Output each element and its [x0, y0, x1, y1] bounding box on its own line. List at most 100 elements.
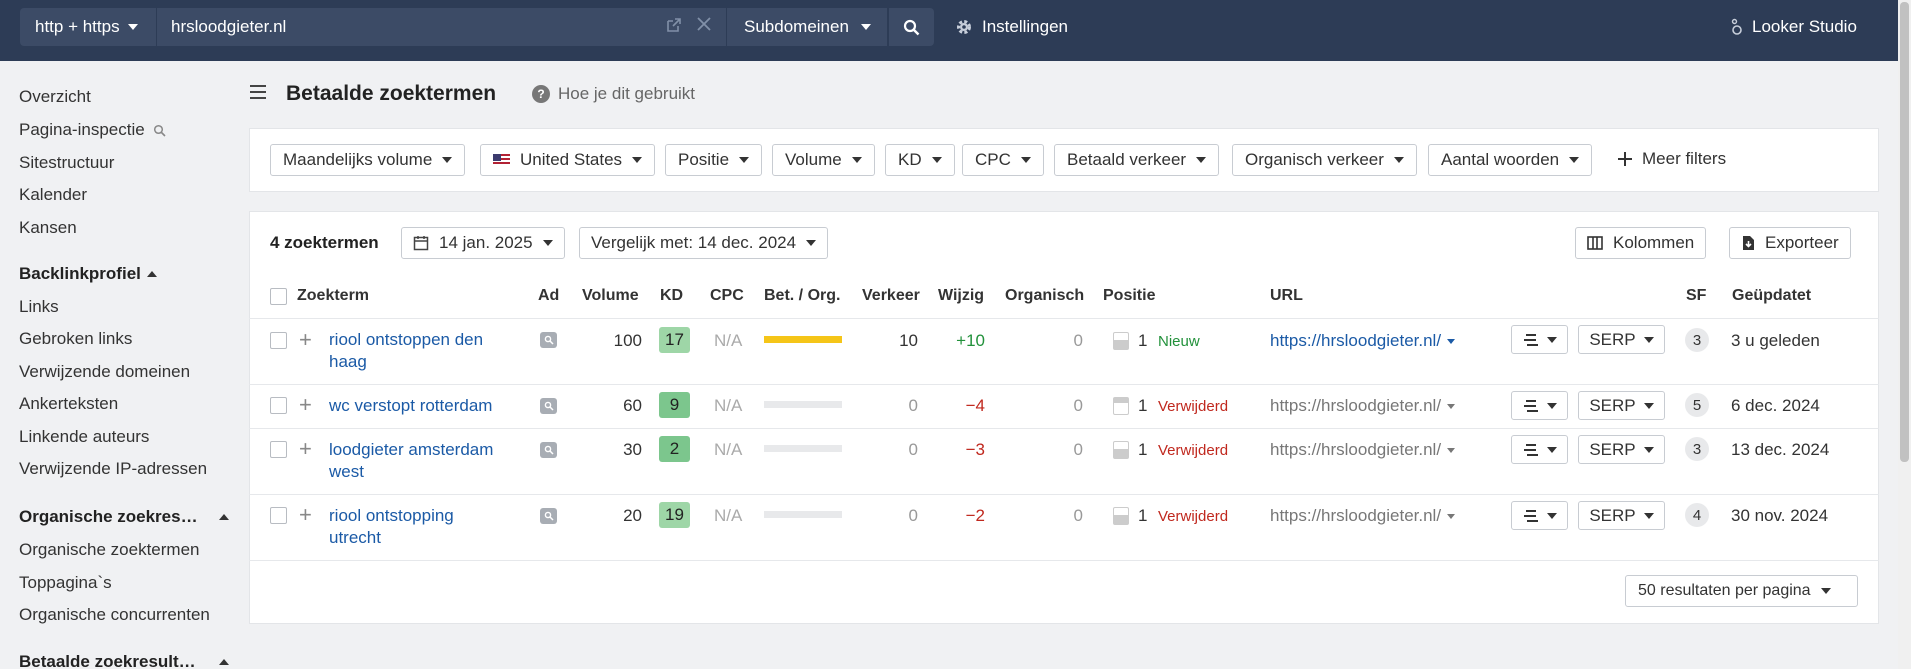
filter-position[interactable]: Positie: [665, 144, 763, 176]
serp-features-button[interactable]: [1511, 435, 1568, 464]
serp-label: SERP: [1589, 439, 1636, 459]
sidebar-item-verwijzende-ip[interactable]: Verwijzende IP-adressen: [19, 459, 207, 479]
clear-icon[interactable]: [696, 15, 712, 38]
row-checkbox[interactable]: [270, 397, 287, 414]
sidebar-item-overzicht[interactable]: Overzicht: [19, 87, 91, 107]
sidebar-section-betaald[interactable]: Betaalde zoekresult…: [19, 652, 229, 669]
col-change[interactable]: Wijzig: [938, 287, 984, 305]
chevron-down-icon: [1643, 336, 1654, 343]
gear-icon: [957, 20, 971, 34]
filter-organic-traffic[interactable]: Organisch verkeer: [1232, 144, 1417, 176]
filter-country[interactable]: United States: [480, 144, 656, 176]
settings-button[interactable]: Instellingen: [955, 8, 1068, 46]
sidebar-item-organische-concurrenten[interactable]: Organische concurrenten: [19, 605, 210, 625]
row-checkbox[interactable]: [270, 332, 287, 349]
url-link[interactable]: https://hrsloodgieter.nl/: [1270, 506, 1456, 526]
ad-preview-icon[interactable]: [540, 398, 557, 414]
filter-word-count[interactable]: Aantal woorden: [1428, 144, 1593, 176]
position-status: Verwijderd: [1158, 508, 1229, 525]
ad-preview-icon[interactable]: [540, 332, 557, 348]
plus-icon[interactable]: +: [299, 504, 312, 526]
col-traffic[interactable]: Verkeer: [862, 287, 920, 305]
sidebar-item-verwijzende-domeinen[interactable]: Verwijzende domeinen: [19, 362, 190, 382]
sidebar-item-sitestructuur[interactable]: Sitestructuur: [19, 153, 114, 173]
col-kd[interactable]: KD: [660, 287, 683, 305]
compare-picker[interactable]: Vergelijk met: 14 dec. 2024: [579, 227, 829, 259]
plus-icon: [1618, 152, 1632, 166]
chevron-down-icon: [739, 157, 750, 163]
serp-features-button[interactable]: [1511, 501, 1568, 530]
url-link[interactable]: https://hrsloodgieter.nl/: [1270, 440, 1456, 460]
chevron-down-icon: [1643, 512, 1654, 519]
menu-icon[interactable]: [249, 84, 267, 105]
filter-label: Betaald verkeer: [1067, 150, 1187, 169]
col-url[interactable]: URL: [1270, 287, 1303, 305]
serp-position-icon: [1113, 507, 1129, 525]
sidebar-item-toppaginas[interactable]: Toppagina`s: [19, 573, 112, 593]
scrollbar-thumb[interactable]: [1900, 2, 1909, 462]
sidebar-item-links[interactable]: Links: [19, 297, 59, 317]
serp-button[interactable]: SERP: [1578, 435, 1665, 464]
url-link[interactable]: https://hrsloodgieter.nl/: [1270, 331, 1456, 351]
sidebar-item-linkende-auteurs[interactable]: Linkende auteurs: [19, 427, 149, 447]
export-label: Exporteer: [1765, 233, 1839, 252]
col-position[interactable]: Positie: [1103, 287, 1155, 305]
keyword-link[interactable]: riool ontstopping utrecht: [329, 505, 509, 549]
plus-icon[interactable]: +: [299, 438, 312, 460]
sidebar-item-kalender[interactable]: Kalender: [19, 185, 87, 205]
per-page-select[interactable]: 50 resultaten per pagina: [1625, 575, 1858, 607]
columns-button[interactable]: Kolommen: [1575, 227, 1707, 259]
serp-button[interactable]: SERP: [1578, 501, 1665, 530]
sidebar-section-organisch[interactable]: Organische zoekres…: [19, 507, 229, 527]
ad-preview-icon[interactable]: [540, 508, 557, 524]
filter-paid-traffic[interactable]: Betaald verkeer: [1054, 144, 1220, 176]
row-checkbox[interactable]: [270, 507, 287, 524]
filter-monthly-volume[interactable]: Maandelijks volume: [270, 144, 466, 176]
looker-studio-link[interactable]: Looker Studio: [1730, 8, 1857, 46]
export-button[interactable]: Exporteer: [1729, 227, 1851, 259]
date-picker[interactable]: 14 jan. 2025: [401, 227, 565, 259]
serp-features-button[interactable]: [1511, 391, 1568, 420]
col-volume[interactable]: Volume: [582, 287, 639, 305]
keyword-link[interactable]: wc verstopt rotterdam: [329, 395, 549, 417]
url-text: https://hrsloodgieter.nl/: [1270, 440, 1442, 459]
scrollbar[interactable]: [1898, 0, 1911, 669]
col-paid-org[interactable]: Bet. / Org.: [764, 287, 840, 305]
sidebar-item-ankerteksten[interactable]: Ankerteksten: [19, 394, 118, 414]
row-checkbox[interactable]: [270, 441, 287, 458]
sidebar-item-gebroken-links[interactable]: Gebroken links: [19, 329, 132, 349]
filter-cpc[interactable]: CPC: [962, 144, 1044, 176]
col-cpc[interactable]: CPC: [710, 287, 744, 305]
search-button[interactable]: [889, 8, 934, 46]
keyword-link[interactable]: riool ontstoppen den haag: [329, 329, 509, 373]
mode-select[interactable]: Subdomeinen: [727, 8, 887, 46]
serp-features-button[interactable]: [1511, 325, 1568, 354]
help-link[interactable]: ? Hoe je dit gebruikt: [532, 84, 695, 104]
col-organic[interactable]: Organisch: [1005, 287, 1084, 305]
keyword-link[interactable]: loodgieter amsterdam west: [329, 439, 509, 483]
select-all-checkbox[interactable]: [270, 288, 287, 305]
col-updated[interactable]: Geüpdatet: [1732, 287, 1811, 305]
looker-icon: [1731, 18, 1742, 35]
col-sf[interactable]: SF: [1686, 287, 1706, 305]
protocol-select[interactable]: http + https: [20, 8, 156, 46]
serp-button[interactable]: SERP: [1578, 325, 1665, 354]
col-keyword[interactable]: Zoekterm: [297, 287, 369, 305]
ad-preview-icon[interactable]: [540, 442, 557, 458]
plus-icon[interactable]: +: [299, 394, 312, 416]
sidebar-item-organische-zoektermen[interactable]: Organische zoektermen: [19, 540, 199, 560]
sidebar-item-label: Pagina-inspectie: [19, 120, 145, 139]
url-input[interactable]: hrsloodgieter.nl: [157, 8, 726, 46]
sidebar-item-pagina-inspectie[interactable]: Pagina-inspectie: [19, 120, 166, 140]
sidebar-section-backlinkprofiel[interactable]: Backlinkprofiel: [19, 264, 157, 284]
filter-volume[interactable]: Volume: [772, 144, 875, 176]
external-link-icon[interactable]: [665, 17, 682, 39]
col-ad[interactable]: Ad: [538, 287, 559, 305]
plus-icon[interactable]: +: [299, 329, 312, 351]
url-link[interactable]: https://hrsloodgieter.nl/: [1270, 396, 1456, 416]
filter-kd[interactable]: KD: [885, 144, 955, 176]
more-filters-button[interactable]: Meer filters: [1617, 143, 1726, 175]
help-label: Hoe je dit gebruikt: [558, 84, 696, 103]
serp-button[interactable]: SERP: [1578, 391, 1665, 420]
sidebar-item-kansen[interactable]: Kansen: [19, 218, 77, 238]
